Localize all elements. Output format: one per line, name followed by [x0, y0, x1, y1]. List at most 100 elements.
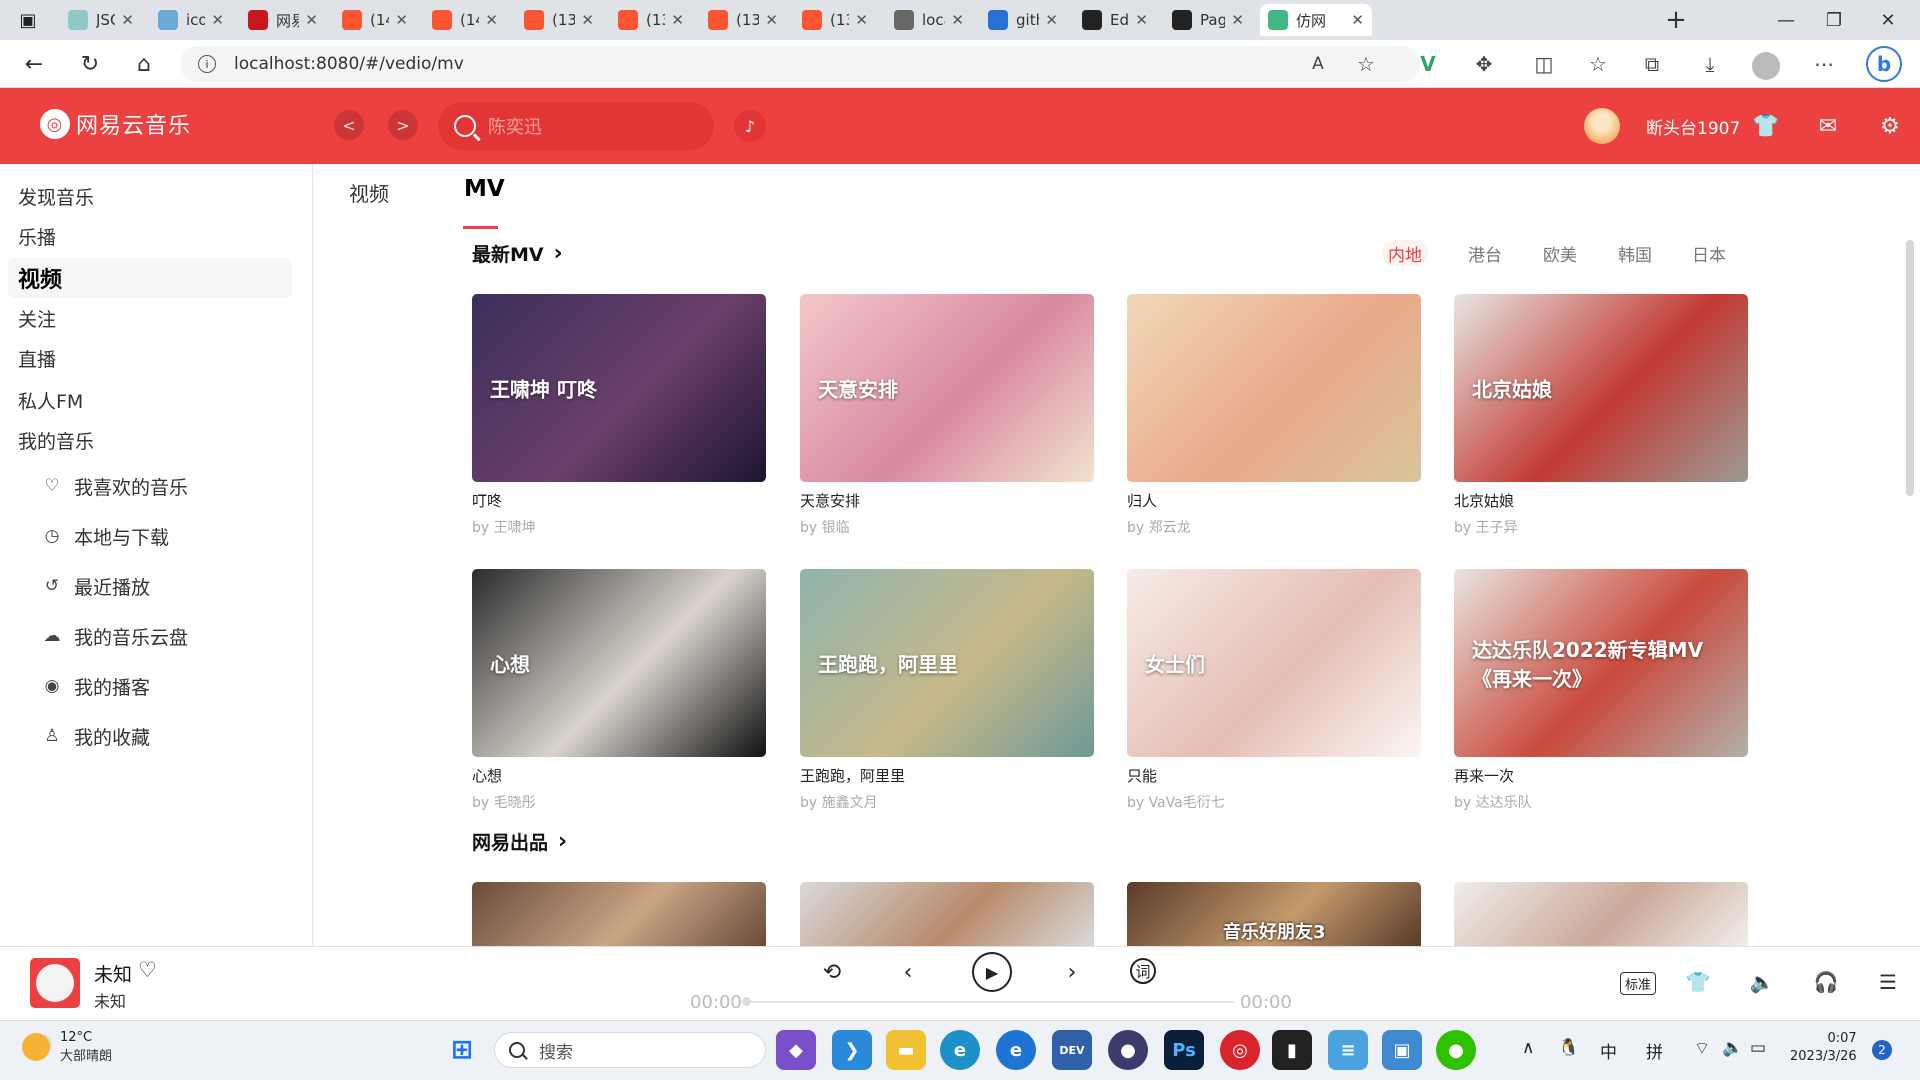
- netease-original-thumbnail[interactable]: [472, 882, 766, 946]
- mv-artist[interactable]: by 王子异: [1454, 517, 1748, 537]
- qq-tray-icon[interactable]: 🐧: [1558, 1038, 1579, 1058]
- mv-title[interactable]: 天意安排: [800, 490, 1094, 511]
- section-netease-original[interactable]: 网易出品 ›: [472, 828, 567, 855]
- avatar[interactable]: [1584, 108, 1620, 144]
- mv-artist[interactable]: by 达达乐队: [1454, 792, 1748, 812]
- file-explorer-icon[interactable]: ▬: [886, 1030, 926, 1070]
- close-tab-icon[interactable]: ✕: [671, 11, 684, 29]
- mv-title[interactable]: 归人: [1127, 490, 1421, 511]
- sidebar-subitem[interactable]: ♡ 我喜欢的音乐: [42, 466, 188, 506]
- song-artist[interactable]: 未知: [94, 988, 126, 1012]
- close-window-button[interactable]: ✕: [1860, 0, 1916, 40]
- sidebar-item[interactable]: 直播: [18, 338, 56, 378]
- settings-icon[interactable]: ⚙: [1874, 110, 1906, 142]
- browser-tab[interactable]: githu ✕: [980, 4, 1066, 36]
- browser-tab[interactable]: local ✕: [886, 4, 972, 36]
- browser-tab[interactable]: 仿网 ✕: [1260, 4, 1372, 36]
- sidebar-item[interactable]: 私人FM: [18, 380, 83, 420]
- sidebar-item[interactable]: 关注: [18, 298, 56, 338]
- sidebar-item[interactable]: 发现音乐: [18, 176, 94, 216]
- mv-artist[interactable]: by VaVa毛衍七: [1127, 792, 1421, 812]
- netease-original-thumbnail[interactable]: 音乐好朋友3: [1127, 882, 1421, 946]
- mv-card[interactable]: 北京姑娘 北京姑娘 by 王子异: [1454, 294, 1748, 537]
- skin-icon[interactable]: 👕: [1750, 110, 1782, 142]
- browser-tab[interactable]: Editi ✕: [1074, 4, 1156, 36]
- close-tab-icon[interactable]: ✕: [1135, 11, 1148, 29]
- mv-card[interactable]: 达达乐队2022新专辑MV《再来一次》 再来一次 by 达达乐队: [1454, 569, 1748, 812]
- notification-badge[interactable]: 2: [1872, 1040, 1892, 1060]
- voice-search-icon[interactable]: ♪: [734, 110, 766, 142]
- more-menu-icon[interactable]: ⋯: [1808, 48, 1840, 80]
- mv-thumbnail[interactable]: 女士们: [1127, 569, 1421, 757]
- new-tab-button[interactable]: +: [1662, 5, 1690, 35]
- sidebar-subitem[interactable]: ◷ 本地与下载: [42, 516, 169, 556]
- close-tab-icon[interactable]: ✕: [1045, 11, 1058, 29]
- sidebar-subitem[interactable]: ☁ 我的音乐云盘: [42, 616, 189, 656]
- ime-language[interactable]: 中: [1600, 1038, 1617, 1063]
- downloads-icon[interactable]: ⤓: [1694, 48, 1726, 80]
- mv-artist[interactable]: by 银临: [800, 517, 1094, 537]
- close-tab-icon[interactable]: ✕: [485, 11, 498, 29]
- mv-thumbnail[interactable]: 天意安排: [800, 294, 1094, 482]
- browser-tab[interactable]: (136 ✕: [700, 4, 786, 36]
- loop-mode-icon[interactable]: ⟲: [814, 954, 850, 990]
- browser-tab[interactable]: (133 ✕: [794, 4, 876, 36]
- photoshop-icon[interactable]: Ps: [1164, 1030, 1204, 1070]
- edge-browser-icon[interactable]: e: [940, 1030, 980, 1070]
- browser-tab[interactable]: iconf ✕: [150, 4, 232, 36]
- mv-card[interactable]: 女士们 只能 by VaVa毛衍七: [1127, 569, 1421, 812]
- netease-original-thumbnail[interactable]: [800, 882, 1094, 946]
- like-heart-icon[interactable]: ♡: [138, 958, 157, 982]
- speaker-icon[interactable]: 🔈: [1722, 1038, 1743, 1058]
- browser-tab[interactable]: (142 ✕: [334, 4, 416, 36]
- browser-tab[interactable]: (142 ✕: [424, 4, 506, 36]
- mv-card[interactable]: 王跑跑，阿里里 王跑跑，阿里里 by 施鑫文月: [800, 569, 1094, 812]
- region-filter[interactable]: 港台: [1462, 240, 1508, 266]
- edge-beta-icon[interactable]: e: [996, 1030, 1036, 1070]
- mv-thumbnail[interactable]: 达达乐队2022新专辑MV《再来一次》: [1454, 569, 1748, 757]
- previous-track-icon[interactable]: ‹: [890, 954, 926, 990]
- sound-effect-icon[interactable]: 👕: [1682, 966, 1714, 998]
- history-forward-button[interactable]: >: [388, 110, 418, 140]
- close-tab-icon[interactable]: ✕: [1231, 11, 1244, 29]
- region-filter[interactable]: 日本: [1686, 240, 1732, 266]
- sidebar-subitem[interactable]: ♙ 我的收藏: [42, 716, 150, 756]
- close-tab-icon[interactable]: ✕: [121, 11, 134, 29]
- browser-tab[interactable]: (137 ✕: [516, 4, 602, 36]
- vue-devtools-icon[interactable]: V: [1412, 48, 1444, 80]
- split-screen-icon[interactable]: ◫: [1528, 48, 1560, 80]
- devcpp-icon[interactable]: DEV: [1052, 1030, 1092, 1070]
- favorites-icon[interactable]: ☆: [1582, 48, 1614, 80]
- mail-icon[interactable]: ✉: [1812, 110, 1844, 142]
- close-tab-icon[interactable]: ✕: [211, 11, 224, 29]
- mv-artist[interactable]: by 施鑫文月: [800, 792, 1094, 812]
- close-tab-icon[interactable]: ✕: [1351, 11, 1364, 29]
- progress-knob[interactable]: [742, 997, 751, 1006]
- search-input[interactable]: 陈奕迅: [438, 102, 714, 150]
- close-tab-icon[interactable]: ✕: [855, 11, 868, 29]
- remote-desktop-icon[interactable]: ▣: [1382, 1030, 1422, 1070]
- terminal-icon[interactable]: ▮: [1272, 1030, 1312, 1070]
- region-filter[interactable]: 内地: [1382, 240, 1428, 266]
- mv-thumbnail[interactable]: 王啸坤 叮咚: [472, 294, 766, 482]
- scrollbar[interactable]: [1906, 240, 1914, 496]
- ime-mode[interactable]: 拼: [1646, 1038, 1663, 1063]
- extensions-icon[interactable]: ✥: [1468, 48, 1500, 80]
- volume-icon[interactable]: 🔈: [1746, 966, 1778, 998]
- mv-thumbnail[interactable]: 王跑跑，阿里里: [800, 569, 1094, 757]
- album-cover[interactable]: [30, 958, 80, 1008]
- progress-bar[interactable]: [744, 1001, 1234, 1003]
- battery-icon[interactable]: ▭: [1750, 1038, 1766, 1058]
- song-title[interactable]: 未知: [94, 960, 132, 987]
- lyrics-icon[interactable]: 词: [1130, 958, 1156, 984]
- mv-artist[interactable]: by 毛晓彤: [472, 792, 766, 812]
- username[interactable]: 断头台1907: [1646, 114, 1740, 139]
- mv-title[interactable]: 北京姑娘: [1454, 490, 1748, 511]
- profile-avatar[interactable]: [1752, 52, 1780, 80]
- browser-tab[interactable]: Page ✕: [1164, 4, 1252, 36]
- browser-tab[interactable]: JSON ✕: [60, 4, 142, 36]
- home-icon[interactable]: ⌂: [128, 48, 160, 80]
- browser-tab[interactable]: (137 ✕: [610, 4, 692, 36]
- tab-mv[interactable]: MV: [464, 176, 505, 202]
- playlist-icon[interactable]: ☰: [1872, 966, 1904, 998]
